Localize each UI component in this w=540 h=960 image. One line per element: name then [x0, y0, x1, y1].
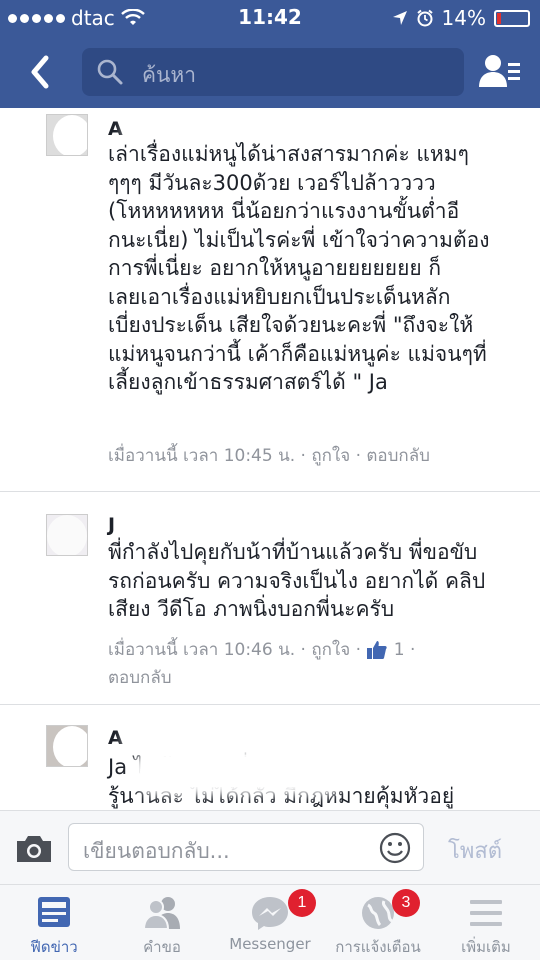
like-thumb-icon [367, 641, 388, 659]
menu-icon [470, 900, 502, 926]
friends-list-icon [479, 55, 520, 87]
comment-author[interactable]: A [108, 118, 123, 140]
post-button[interactable]: โพสต์ [448, 833, 502, 868]
back-button[interactable] [22, 50, 62, 94]
tab-friend-requests[interactable]: คำขอ [108, 885, 216, 960]
redaction-blur [132, 510, 322, 540]
comment-item: A Ja ไม่ต้องขู่ค่ะพี่ หนู รู้นานละ ไม่ได… [0, 705, 540, 810]
alarm-clock-icon [416, 9, 433, 27]
comment-author[interactable]: J [108, 514, 115, 536]
emoji-icon[interactable] [379, 832, 411, 864]
comment-item: A เล่าเรื่องแม่หนูได้น่าสงสารมากค่ะ แหมๆ… [0, 108, 540, 492]
news-feed-icon [38, 897, 70, 927]
friends-list-button[interactable] [478, 52, 522, 94]
comment-meta[interactable]: เมื่อวานนี้ เวลา 10:45 น. · ถูกใจ · ตอบก… [108, 442, 430, 469]
like-count[interactable]: 1 [394, 640, 405, 660]
redaction-blur [112, 418, 272, 432]
camera-icon [17, 836, 51, 862]
reply-composer: เขียนตอบกลับ... โพสต์ [0, 810, 540, 884]
notification-badge: 1 [288, 889, 316, 917]
battery-percent: 14% [441, 6, 486, 30]
bottom-tab-bar: ฟีดข่าว คำขอ 1 Messenger 3 การแจ้งเตือน … [0, 884, 540, 960]
comments-list[interactable]: A เล่าเรื่องแม่หนูได้น่าสงสารมากค่ะ แหมๆ… [0, 108, 540, 810]
redaction-blur [140, 757, 340, 787]
search-icon [97, 59, 123, 85]
search-input[interactable]: ค้นหา [82, 48, 464, 96]
comment-author[interactable]: A [108, 727, 123, 749]
reply-placeholder: เขียนตอบกลับ... [83, 839, 230, 863]
search-placeholder: ค้นหา [142, 63, 197, 87]
comment-item: J พี่กำลังไปคุยกับน้าที่บ้านแล้วครับ พี่… [0, 492, 540, 705]
notification-badge: 3 [392, 889, 420, 917]
tab-more[interactable]: เพิ่มเติม [432, 885, 540, 960]
reply-link[interactable]: ตอบกลับ [108, 664, 172, 691]
comment-meta: เมื่อวานนี้ เวลา 10:46 น. · ถูกใจ · 1 · [108, 640, 416, 660]
location-arrow-icon [392, 11, 407, 25]
battery-icon [494, 9, 530, 27]
redaction-blur [398, 388, 518, 418]
reply-input[interactable]: เขียนตอบกลับ... [68, 823, 424, 871]
comment-text: พี่กำลังไปคุยกับน้าที่บ้านแล้วครับ พี่ขอ… [108, 540, 486, 621]
tab-notifications[interactable]: 3 การแจ้งเตือน [324, 885, 432, 960]
messenger-icon [252, 897, 288, 930]
comment-text: เล่าเรื่องแม่หนูได้น่าสงสารมากค่ะ แหมๆ ๆ… [108, 142, 490, 394]
status-bar: dtac 11:42 14% [0, 0, 540, 36]
avatar[interactable] [46, 114, 88, 156]
tab-messenger[interactable]: 1 Messenger [216, 885, 324, 960]
friend-requests-icon [142, 897, 180, 930]
top-navigation-bar: ค้นหา [0, 36, 540, 108]
avatar[interactable] [46, 725, 88, 767]
chevron-left-icon [31, 55, 49, 89]
avatar[interactable] [46, 514, 88, 556]
camera-button[interactable] [14, 833, 54, 869]
redaction-blur [132, 723, 322, 753]
tab-news-feed[interactable]: ฟีดข่าว [0, 885, 108, 960]
